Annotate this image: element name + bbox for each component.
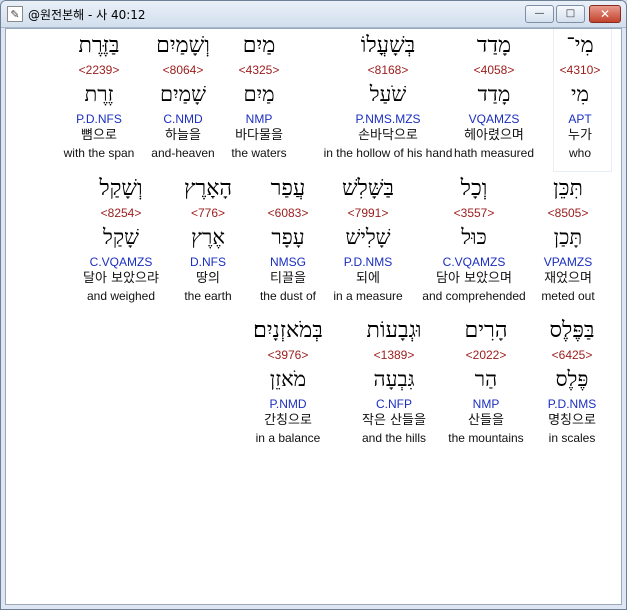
lemma-word: מֹאזֵן — [269, 367, 307, 391]
app-window: ✎ @원전본해 - 사 40:12 — □ ✕ מִי־ <4310> מִי APT… — [0, 0, 627, 610]
lemma-word: גִּבְעָה — [373, 367, 415, 391]
word-block[interactable]: בְּמֹאזְנָיִם׃ <3976> מֹאזֵן P.NMD 간칭으로 in a … — [229, 314, 347, 446]
hebrew-word: בְּמֹאזְנָיִם׃ — [253, 318, 323, 343]
grammar-code: C.VQAMZS — [442, 255, 506, 269]
lemma-word: זֶרֶת — [84, 82, 114, 106]
grammar-code: P.NMS.MZS — [355, 112, 421, 126]
window-title: @원전본해 - 사 40:12 — [28, 8, 146, 22]
english-gloss: and comprehended — [422, 289, 526, 303]
hebrew-word: וְכָל — [460, 176, 488, 201]
close-button[interactable]: ✕ — [589, 5, 621, 23]
lemma-word: שָׁקַל — [103, 225, 139, 249]
hebrew-word: בַּזֶּרֶת — [78, 33, 120, 58]
hebrew-word: וּגְבָעוֹת — [366, 318, 422, 343]
word-block[interactable]: בְּשָׁעֳלוֹ <8168> שֹׁעַל P.NMS.MZS 손바닥으로 in … — [313, 29, 463, 161]
korean-gloss: 간칭으로 — [264, 413, 312, 428]
hebrew-word: בְּשָׁעֳלוֹ — [360, 33, 416, 58]
english-gloss: and weighed — [86, 289, 156, 303]
lemma-word: כּוּל — [461, 225, 487, 249]
title-bar[interactable]: ✎ @원전본해 - 사 40:12 — □ ✕ — [1, 1, 626, 28]
word-block[interactable]: וְשָׁקַל <8254> שָׁקַל C.VQAMZS 달아 보았으랴 and w… — [62, 172, 180, 304]
interlinear-content: מִי־ <4310> מִי APT 누가 who מָדַד <4058> מָדַד VQA… — [5, 28, 622, 605]
word-block[interactable]: וְכָל <3557> כּוּל C.VQAMZS 담아 보았으며 and compr… — [415, 172, 533, 304]
strong-number: <2239> — [78, 63, 120, 77]
hebrew-word: וְשָׁקַל — [99, 176, 143, 201]
korean-gloss: 작은 산들을 — [362, 413, 426, 428]
word-block[interactable]: וּגְבָעוֹת <1389> גִּבְעָה C.NFP 작은 산들을 and t… — [335, 314, 453, 446]
english-gloss: with the span — [63, 146, 135, 160]
grammar-code: P.D.NFS — [76, 112, 122, 126]
maximize-button[interactable]: □ — [556, 5, 585, 23]
korean-gloss: 달아 보았으랴 — [83, 271, 159, 286]
strong-number: <3557> — [453, 206, 495, 220]
strong-number: <8254> — [100, 206, 142, 220]
english-gloss: in the hollow of his hand — [323, 146, 453, 160]
korean-gloss: 담아 보았으며 — [436, 271, 512, 286]
strong-number: <3976> — [267, 348, 309, 362]
english-gloss: and the hills — [361, 431, 427, 445]
grammar-code: P.NMD — [269, 397, 307, 411]
korean-gloss: 손바닥으로 — [358, 128, 418, 143]
grammar-code: C.NFP — [376, 397, 412, 411]
word-block[interactable]: בַּזֶּרֶת <2239> זֶרֶת P.D.NFS 뼘으로 with the s… — [40, 29, 158, 161]
bible-app-icon[interactable]: ✎ — [7, 6, 23, 22]
lemma-word: שֹׁעַל — [369, 82, 407, 106]
grammar-code: C.VQAMZS — [89, 255, 153, 269]
minimize-button[interactable]: — — [525, 5, 554, 23]
strong-number: <1389> — [373, 348, 415, 362]
strong-number: <8168> — [367, 63, 409, 77]
english-gloss: in a balance — [255, 431, 321, 445]
korean-gloss: 뼘으로 — [81, 128, 117, 143]
